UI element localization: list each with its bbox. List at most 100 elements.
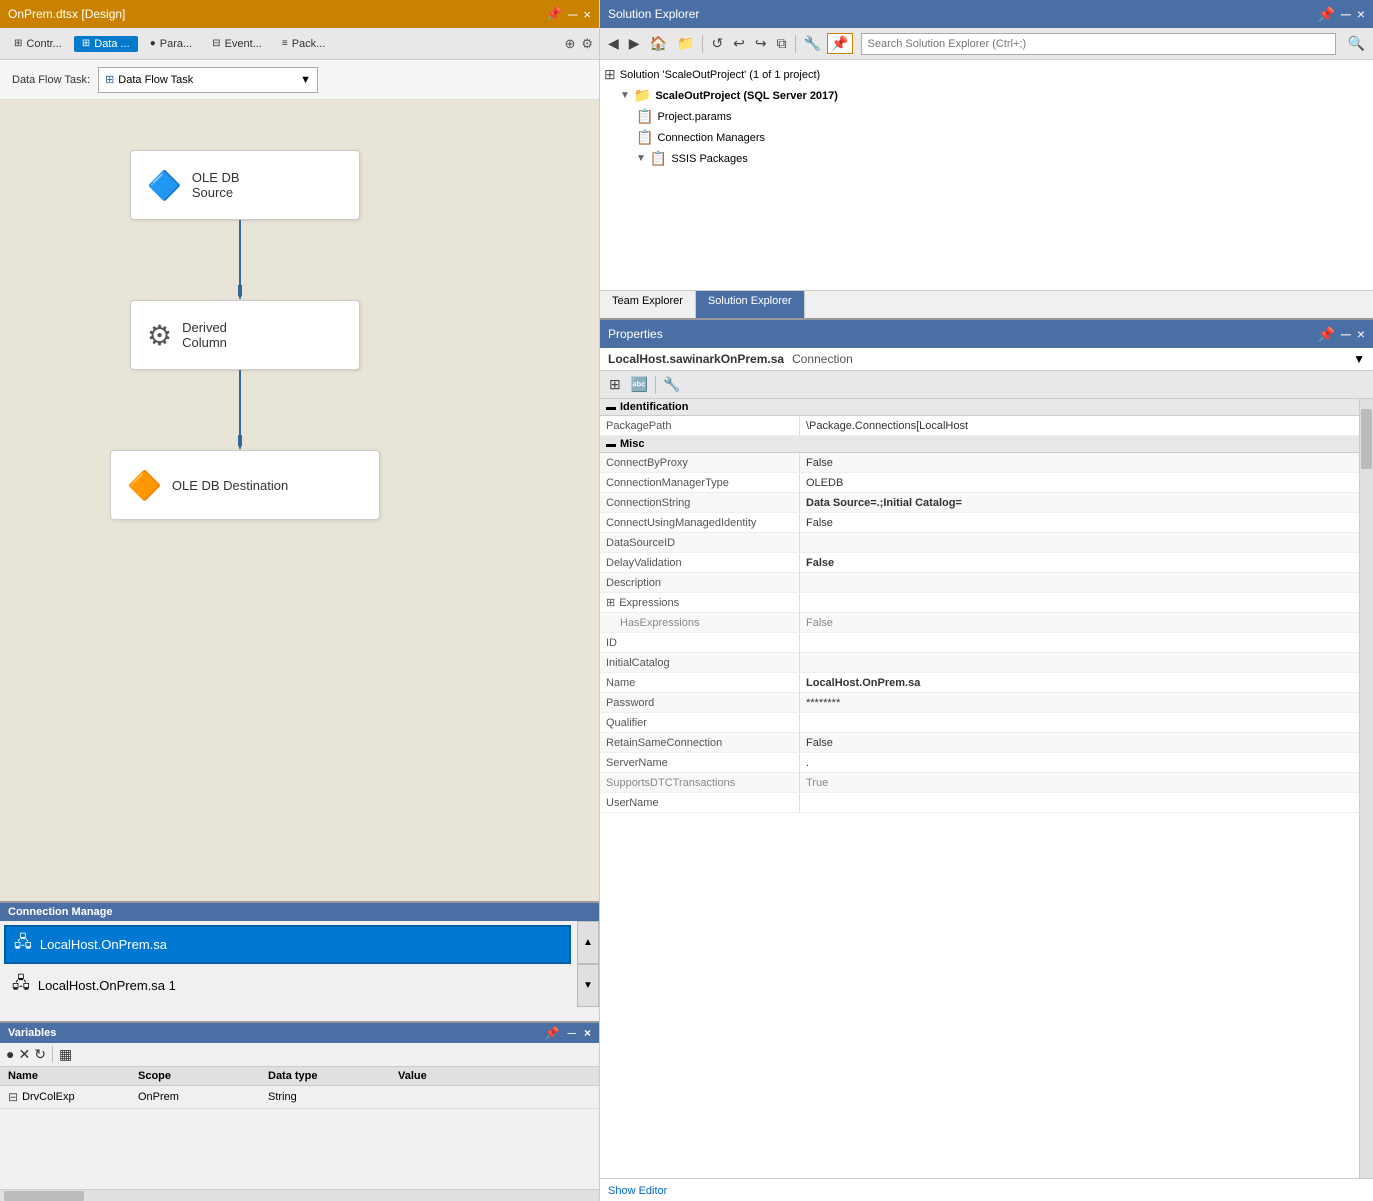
tree-project-params[interactable]: 📋 Project.params	[636, 106, 1369, 127]
props-minimize-icon[interactable]: ─	[1341, 326, 1351, 343]
team-explorer-tab[interactable]: Team Explorer	[600, 291, 696, 318]
prop-key-name: Name	[600, 673, 800, 692]
conn-manager-title: Connection Manage	[0, 903, 599, 921]
prop-key-connmanagertype: ConnectionManagerType	[600, 473, 800, 492]
ole-db-source-node[interactable]: 🔷 OLE DB Source	[130, 150, 360, 220]
props-pin-icon[interactable]: 📌	[1317, 326, 1334, 343]
conn-item-0[interactable]: 🖧 LocalHost.OnPrem.sa	[4, 925, 571, 964]
close-icon[interactable]: ×	[583, 7, 591, 22]
left-panel: OnPrem.dtsx [Design] 📌 ─ × ⊞ Contr... ⊞ …	[0, 0, 600, 1201]
pack-icon: ≡	[282, 38, 288, 49]
properties-scrollbar[interactable]	[1359, 399, 1373, 1178]
tree-params-label: Project.params	[657, 111, 731, 123]
show-editor-link[interactable]: Show Editor	[608, 1185, 667, 1197]
sol-pin-icon[interactable]: 📌	[1317, 6, 1334, 23]
design-canvas[interactable]: 🔷 OLE DB Source ⚙ Derived Column 🔶	[0, 100, 599, 901]
back-icon[interactable]: ◀	[604, 33, 623, 54]
solution-explorer-tab[interactable]: Solution Explorer	[696, 291, 805, 318]
settings-icon[interactable]: ⚙	[581, 36, 593, 52]
prop-row-datasourceid: DataSourceID	[600, 533, 1359, 553]
grid-icon[interactable]: ▦	[59, 1046, 72, 1063]
refresh-variable-icon[interactable]: ↻	[34, 1046, 46, 1063]
props-wrench-icon[interactable]: 🔧	[660, 374, 683, 395]
props-categorized-icon[interactable]: ⊞	[606, 374, 624, 395]
add-variable-icon[interactable]: ●	[6, 1046, 14, 1063]
solution-explorer: Solution Explorer 📌 ─ × ◀ ▶ 🏠 📁 ↺ ↩ ↪ ⧉ …	[600, 0, 1373, 320]
conn-scrollbar: ▲ ▼	[577, 921, 599, 1007]
tab-package-explorer[interactable]: ≡ Pack...	[274, 36, 333, 52]
tree-params-icon: 📋	[636, 108, 653, 125]
section-misc[interactable]: ▬ Misc	[600, 436, 1359, 453]
section-identification[interactable]: ▬ Identification	[600, 399, 1359, 416]
event-icon: ⊟	[212, 38, 220, 49]
var-scope-col: OnPrem	[134, 1090, 264, 1104]
dataflow-task-icon: ⊞	[105, 73, 114, 86]
prop-val-id	[800, 633, 1359, 652]
derived-col-label2: Column	[182, 335, 227, 350]
tree-connection-managers[interactable]: 📋 Connection Managers	[636, 127, 1369, 148]
conn-item-1[interactable]: 🖧 LocalHost.OnPrem.sa 1	[4, 968, 571, 1003]
tab-control-flow[interactable]: ⊞ Contr...	[6, 36, 70, 52]
conn-icon-0: 🖧	[14, 931, 32, 958]
variable-row-0[interactable]: ⊟ DrvColExp OnPrem String	[0, 1086, 599, 1109]
sol-minimize-icon[interactable]: ─	[1341, 6, 1351, 23]
zoom-icon[interactable]: ⊕	[564, 36, 575, 52]
tree-ssis-packages[interactable]: ▼ 📋 SSIS Packages	[636, 148, 1369, 169]
prop-val-packagepath: \Package.Connections[LocalHost	[800, 416, 1359, 435]
prop-row-connectbyproxy: ConnectByProxy False	[600, 453, 1359, 473]
props-close-icon[interactable]: ×	[1357, 326, 1365, 343]
tree-solution-root[interactable]: ⊞ Solution 'ScaleOutProject' (1 of 1 pro…	[604, 64, 1369, 85]
tab-parameters[interactable]: ● Para...	[142, 36, 200, 52]
solution-search-input[interactable]	[861, 33, 1336, 55]
props-type-dropdown[interactable]: ▼	[1353, 352, 1365, 366]
tree-project[interactable]: ▼ 📁 ScaleOutProject (SQL Server 2017)	[620, 85, 1369, 106]
solution-explorer-window-controls: 📌 ─ ×	[1317, 6, 1365, 23]
new-folder-icon[interactable]: 📁	[673, 33, 698, 54]
wrench-icon[interactable]: 🔧	[800, 33, 825, 54]
tree-expand-packages[interactable]: ▼	[636, 153, 646, 164]
pin-sol-icon[interactable]: 📌	[827, 33, 852, 54]
prop-row-username: UserName	[600, 793, 1359, 813]
search-icon[interactable]: 🔍	[1344, 33, 1369, 54]
undo-icon[interactable]: ↩	[729, 33, 749, 54]
document-title: OnPrem.dtsx [Design]	[8, 7, 546, 21]
col-header-name: Name	[4, 1069, 134, 1083]
refresh-icon[interactable]: ↺	[707, 33, 727, 54]
sol-close-icon[interactable]: ×	[1357, 6, 1365, 23]
prop-val-password: ********	[800, 693, 1359, 712]
scroll-down-button[interactable]: ▼	[577, 964, 599, 1007]
variables-minimize-icon[interactable]: ─	[567, 1026, 576, 1040]
prop-row-packagepath: PackagePath \Package.Connections[LocalHo…	[600, 416, 1359, 436]
title-bar: OnPrem.dtsx [Design] 📌 ─ ×	[0, 0, 599, 28]
tree-expand-project[interactable]: ▼	[620, 90, 630, 101]
variables-hscrollbar[interactable]	[0, 1189, 599, 1201]
prop-row-servername: ServerName .	[600, 753, 1359, 773]
forward-icon[interactable]: ▶	[625, 33, 644, 54]
prop-val-connectbyproxy: False	[800, 453, 1359, 472]
variables-close-icon[interactable]: ×	[584, 1026, 591, 1040]
arrow-2	[238, 370, 242, 450]
expressions-expand-icon[interactable]: ⊞	[606, 596, 615, 609]
pin-icon[interactable]: 📌	[546, 6, 562, 22]
props-alphabetical-icon[interactable]: 🔤	[628, 374, 651, 395]
ole-db-destination-node[interactable]: 🔶 OLE DB Destination	[110, 450, 380, 520]
prop-key-username: UserName	[600, 793, 800, 812]
delete-variable-icon[interactable]: ✕	[18, 1046, 30, 1063]
prop-key-retainsame: RetainSameConnection	[600, 733, 800, 752]
derived-column-node[interactable]: ⚙ Derived Column	[130, 300, 360, 370]
tree-project-label: ScaleOutProject (SQL Server 2017)	[655, 90, 838, 102]
scroll-up-button[interactable]: ▲	[577, 921, 599, 964]
props-scroll-thumb	[1361, 409, 1372, 469]
minimize-icon[interactable]: ─	[568, 7, 577, 22]
variables-pin-icon[interactable]: 📌	[545, 1026, 560, 1040]
props-object-name: LocalHost.sawinarkOnPrem.sa	[608, 352, 784, 366]
tab-event-handlers[interactable]: ⊟ Event...	[204, 36, 270, 52]
ole-source-icon: 🔷	[147, 169, 182, 202]
redo-icon[interactable]: ↪	[751, 33, 771, 54]
copy-icon[interactable]: ⧉	[773, 33, 791, 54]
title-icons: 📌 ─ ×	[546, 6, 591, 22]
home-icon[interactable]: 🏠	[646, 33, 671, 54]
tab-data-flow[interactable]: ⊞ Data ...	[74, 36, 138, 52]
dataflow-task-select[interactable]: ⊞ Data Flow Task ▼	[98, 67, 318, 93]
prop-val-datasourceid	[800, 533, 1359, 552]
